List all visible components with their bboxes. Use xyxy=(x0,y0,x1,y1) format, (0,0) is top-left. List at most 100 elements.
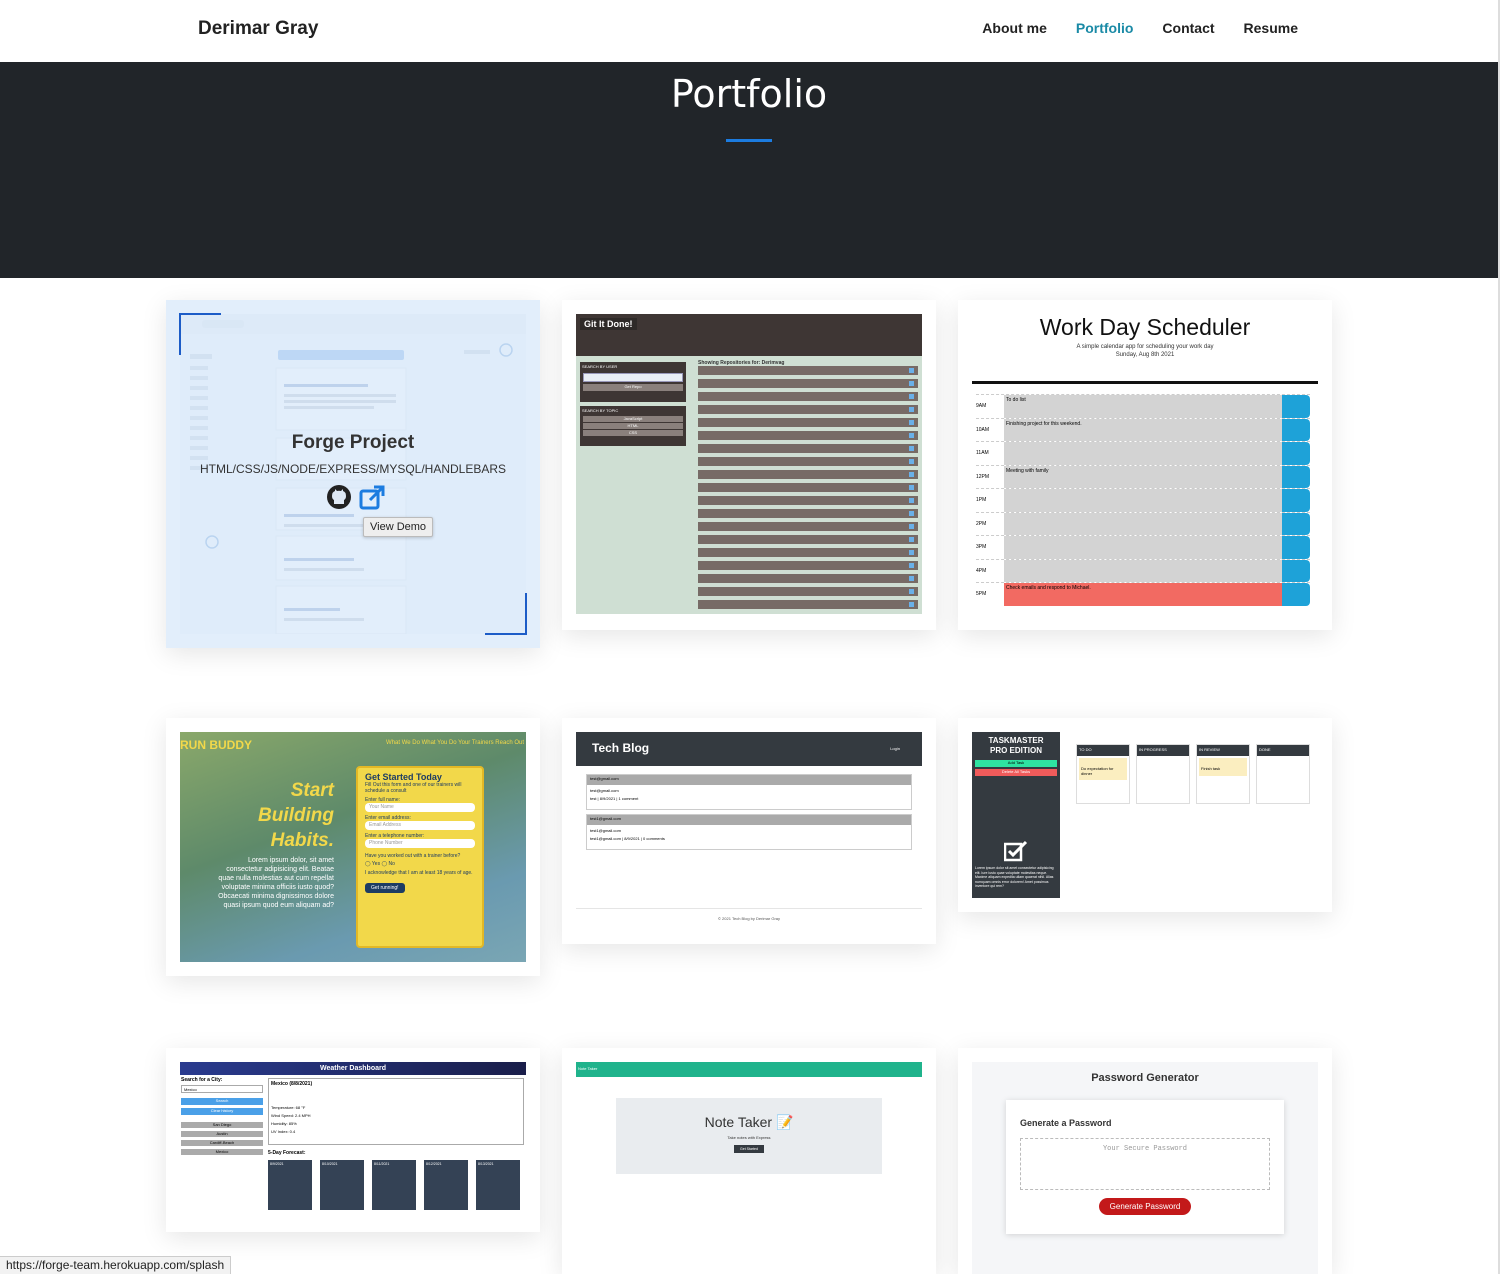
forecast-card: 8/11/2021 xyxy=(372,1160,416,1210)
option-yes: Yes xyxy=(371,861,381,867)
project-card-git-it-done[interactable]: Git It Done! Showing Repositories for: D… xyxy=(562,300,936,630)
panel-label: SEARCH BY TOPIC xyxy=(582,408,619,413)
thumb-footer: © 2021 Tech Blog by Derimar Gray xyxy=(717,916,780,921)
user-input xyxy=(583,373,683,382)
thumb-date: Sunday, Aug 8th 2021 xyxy=(1115,352,1175,358)
nav-portfolio[interactable]: Portfolio xyxy=(1076,20,1134,36)
project-card-weather-dashboard[interactable]: Weather Dashboard Search for a City: Mex… xyxy=(166,1048,540,1232)
thumb-title: Git It Done! xyxy=(580,318,637,330)
save-icon xyxy=(1282,559,1310,582)
thumb-title: Work Day Scheduler xyxy=(1039,314,1251,340)
nav-about[interactable]: About me xyxy=(982,20,1047,36)
project-thumbnail: Tech Blog Login test@gmail.com test@gmai… xyxy=(576,732,922,930)
post-body: test1@gmail.com xyxy=(590,828,621,833)
project-card-run-buddy[interactable]: RUN BUDDY What We Do What You Do Your Tr… xyxy=(166,718,540,976)
thumb-title: Weather Dashboard xyxy=(180,1062,526,1075)
weather-stat: Humidity: 85% xyxy=(271,1121,297,1126)
post-meta: test | 8/9/2021 | 1 comment xyxy=(590,796,639,801)
thumb-title: RUN BUDDY xyxy=(180,738,252,752)
add-task-button: Add Task xyxy=(975,760,1057,767)
history-item: Mexico xyxy=(181,1149,263,1155)
generator-card: Generate a Password Your Secure Password… xyxy=(1006,1100,1284,1234)
headline-line: Start xyxy=(290,780,334,801)
project-tech-stack: HTML/CSS/JS/NODE/EXPRESS/MYSQL/HANDLEBAR… xyxy=(199,462,507,476)
time-entry: Check emails and respond to Michael. xyxy=(1004,583,1282,606)
footer-divider xyxy=(576,908,922,909)
nav-resume[interactable]: Resume xyxy=(1244,20,1298,36)
search-button: Search xyxy=(181,1098,263,1105)
form-title: Get Started Today xyxy=(365,772,442,782)
thumb-title: Note Taker 📝 xyxy=(704,1114,794,1130)
save-icon xyxy=(1282,465,1310,488)
hero-section: Portfolio xyxy=(0,62,1498,278)
project-thumbnail: Git It Done! Showing Repositories for: D… xyxy=(576,314,922,614)
name-input: Your Name xyxy=(365,803,475,812)
task-card: Finish task xyxy=(1199,758,1247,776)
topic-button: CSS xyxy=(583,430,683,436)
time-block: 11AM xyxy=(976,441,1310,465)
navbar: Derimar Gray About me Portfolio Contact … xyxy=(0,0,1498,62)
search-input: Mexico xyxy=(181,1085,263,1093)
post-header: test@gmail.com xyxy=(587,775,911,785)
column-header: TO DO xyxy=(1077,745,1129,756)
age-ack: I acknowledge that I am at least 18 year… xyxy=(365,870,473,876)
time-entry: To do list xyxy=(1004,395,1282,418)
hour-label: 2PM xyxy=(976,520,987,527)
headline-line: Habits. xyxy=(270,830,334,851)
project-card-forge[interactable]: Forge Project HTML/CSS/JS/NODE/EXPRESS/M… xyxy=(166,300,540,648)
blog-post: test1@gmail.com test1@gmail.com test1@gm… xyxy=(586,814,912,850)
time-block: 4PM xyxy=(976,558,1310,582)
hour-label: 1PM xyxy=(976,497,987,503)
card-title: Generate a Password xyxy=(1020,1118,1112,1128)
sidebar-blurb: Lorem ipsum dolor sit amet consectetur a… xyxy=(975,866,1054,888)
thumb-title: Tech Blog xyxy=(592,741,650,755)
column-in-progress: IN PROGRESS xyxy=(1136,744,1190,804)
frame-corner-bottom-right xyxy=(485,593,527,635)
hour-label: 11AM xyxy=(976,450,989,456)
nav-contact[interactable]: Contact xyxy=(1162,20,1214,36)
topic-button: HTML xyxy=(583,423,683,429)
external-link-icon[interactable] xyxy=(358,484,386,512)
project-card-note-taker[interactable]: Note Taker Note Taker 📝 Take notes with … xyxy=(562,1048,936,1274)
github-icon[interactable] xyxy=(326,484,352,510)
project-card-taskmaster[interactable]: TASKMASTER PRO EDITION Add Task Delete A… xyxy=(958,718,1332,912)
view-demo-tooltip: View Demo xyxy=(363,517,434,537)
weather-stat: Temperature: 68 °F xyxy=(271,1105,306,1110)
project-card-work-day-scheduler[interactable]: Work Day Scheduler A simple calendar app… xyxy=(958,300,1332,630)
hour-label: 4PM xyxy=(976,567,987,574)
column-header: IN PROGRESS xyxy=(1137,745,1189,756)
search-label: Search for a City: xyxy=(181,1077,223,1083)
project-card-tech-blog[interactable]: Tech Blog Login test@gmail.com test@gmai… xyxy=(562,718,936,944)
forecast-cards: 8/9/2021 8/10/2021 8/11/2021 8/12/2021 8… xyxy=(268,1160,520,1210)
search-user-panel: SEARCH BY USER Get Repo xyxy=(580,362,686,402)
time-block: 3PM xyxy=(976,535,1310,559)
delete-tasks-button: Delete All Tasks xyxy=(975,769,1057,776)
time-entry xyxy=(1004,536,1282,559)
current-weather: Mexico (8/8/2021) Temperature: 68 °F Win… xyxy=(268,1078,524,1145)
time-block: 1PM xyxy=(976,488,1310,512)
search-topic-panel: SEARCH BY TOPIC JavaScript HTML CSS xyxy=(580,406,686,446)
checkbox-icon xyxy=(1004,840,1028,862)
panel-label: SEARCH BY USER xyxy=(582,364,618,369)
time-block: 9AM To do list xyxy=(976,394,1310,418)
save-icon xyxy=(1282,442,1310,465)
forecast-card: 8/13/2021 xyxy=(476,1160,520,1210)
hour-label: 9AM xyxy=(976,403,987,409)
thumb-subtitle: Take notes with Express xyxy=(727,1135,771,1140)
column-header: DONE xyxy=(1257,745,1309,756)
radio-options: ◯ Yes ◯ No xyxy=(365,861,395,867)
save-icon xyxy=(1282,583,1310,606)
thumb-login: Login xyxy=(890,746,900,751)
brand-link[interactable]: Derimar Gray xyxy=(198,18,318,40)
time-entry: Finishing project for this weekend. xyxy=(1004,418,1282,441)
history-list: San Diego Austin Cardiff-Beach Mexico xyxy=(181,1122,263,1158)
project-thumbnail: Weather Dashboard Search for a City: Mex… xyxy=(180,1062,526,1216)
post-header: test1@gmail.com xyxy=(587,815,911,825)
project-card-password-generator[interactable]: Password Generator Generate a Password Y… xyxy=(958,1048,1332,1274)
thumb-title: TASKMASTER PRO EDITION xyxy=(988,736,1044,755)
weather-stat: Wind Speed: 2.4 MPH xyxy=(271,1113,311,1118)
task-card: Do expectation for dinner xyxy=(1079,758,1127,780)
forecast-card: 8/9/2021 xyxy=(268,1160,312,1210)
time-entry xyxy=(1004,489,1282,512)
form-intro: Fill Out this form and one of our traine… xyxy=(365,782,462,794)
